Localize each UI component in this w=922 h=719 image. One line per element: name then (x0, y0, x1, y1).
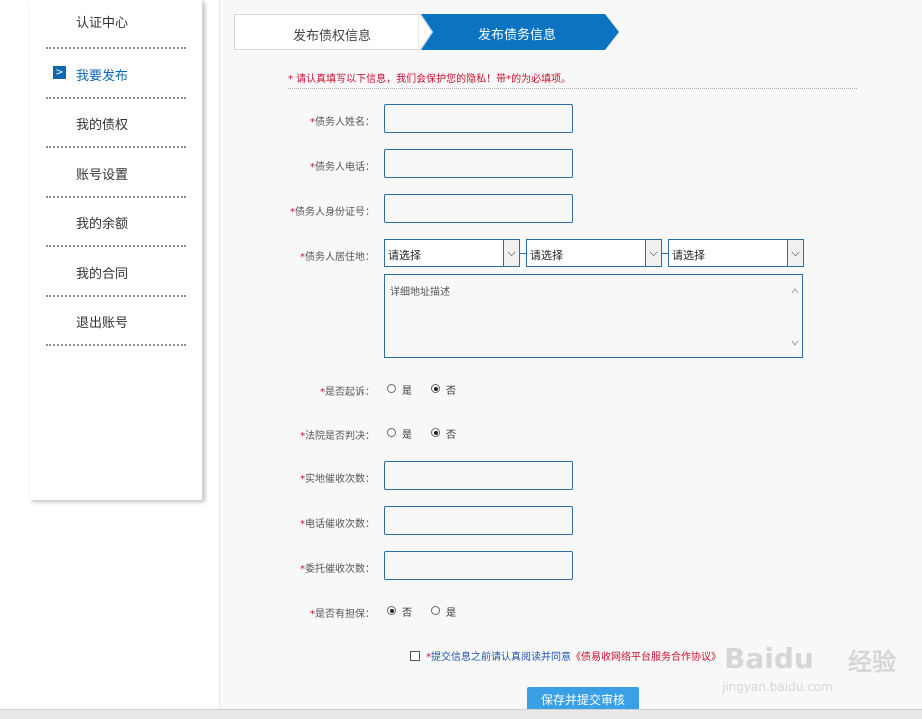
chevron-right-icon: > (53, 66, 66, 79)
tab-publish-debt[interactable]: 发布债务信息 (421, 14, 619, 50)
divider (288, 88, 857, 89)
debtor-id-label: *债务人身份证号： (290, 207, 375, 218)
sidebar-item-publish[interactable]: > 我要发布 (46, 50, 186, 99)
debtor-id-input[interactable] (384, 194, 573, 223)
radio-label: 否 (402, 608, 412, 619)
radio-label: 是 (402, 430, 412, 441)
guarantee-label: *是否有担保： (310, 609, 375, 620)
debtor-name-input[interactable] (384, 104, 573, 133)
sued-label: *是否起诉： (320, 387, 375, 398)
agreement-link[interactable]: 《债易收网络平台服务合作协议》 (571, 652, 721, 663)
sidebar: 认证中心 > 我要发布 我的债权 账号设置 我的余额 我的合同 退出账号 (30, 0, 203, 500)
phone-count-label: *电话催收次数： (300, 519, 375, 530)
tab-label: 发布债权信息 (293, 29, 372, 44)
radio-label: 否 (446, 430, 456, 441)
address-detail-textarea[interactable]: 详细地址描述 (384, 274, 803, 358)
scrollbar[interactable] (788, 275, 802, 357)
onsite-count-input[interactable] (384, 461, 573, 490)
sidebar-item-certification[interactable]: 认证中心 (46, 0, 186, 49)
sued-no-radio[interactable] (431, 384, 440, 393)
sidebar-item-label: 我的合同 (76, 267, 129, 282)
sidebar-item-label: 认证中心 (76, 16, 129, 31)
sidebar-item-contracts[interactable]: 我的合同 (46, 248, 186, 297)
district-select[interactable]: 请选择 ⌵ (668, 239, 804, 267)
tab-label: 发布债务信息 (478, 28, 557, 43)
debtor-name-label: *债务人姓名： (310, 117, 375, 128)
sidebar-item-label: 退出账号 (76, 316, 129, 331)
required-notice: * 请认真填写以下信息，我们会保护您的隐私！带*的为必填项。 (288, 74, 572, 85)
sidebar-item-balance[interactable]: 我的余额 (46, 198, 186, 247)
baidu-watermark: Baidu 经验 jingyan.baidu.com (722, 642, 896, 694)
onsite-count-label: *实地催收次数： (300, 474, 375, 485)
guarantee-no-radio[interactable] (387, 606, 396, 615)
sidebar-item-account-settings[interactable]: 账号设置 (46, 149, 186, 198)
radio-label: 否 (446, 386, 456, 397)
sidebar-item-label: 我的债权 (76, 118, 129, 133)
chevron-down-icon: ⌵ (787, 240, 803, 266)
sidebar-item-my-claims[interactable]: 我的债权 (46, 99, 186, 148)
tab-publish-claim[interactable]: 发布债权信息 (234, 14, 420, 50)
chevron-down-icon: ⌵ (503, 240, 519, 266)
sidebar-item-label: 我要发布 (76, 69, 129, 84)
province-select[interactable]: 请选择 ⌵ (384, 239, 520, 267)
debtor-address-label: *债务人居住地： (300, 252, 375, 263)
radio-label: 是 (446, 608, 456, 619)
judged-yes-radio[interactable] (387, 428, 396, 437)
entrust-count-label: *委托催收次数： (300, 564, 375, 575)
agree-checkbox[interactable] (410, 651, 420, 661)
radio-label: 是 (402, 386, 412, 397)
judged-label: *法院是否判决： (300, 431, 375, 442)
sidebar-item-label: 我的余额 (76, 217, 129, 232)
phone-count-input[interactable] (384, 506, 573, 535)
sidebar-item-logout[interactable]: 退出账号 (46, 297, 186, 346)
sidebar-item-label: 账号设置 (76, 168, 129, 183)
judged-no-radio[interactable] (431, 428, 440, 437)
chevron-down-icon: ⌵ (645, 240, 661, 266)
guarantee-yes-radio[interactable] (431, 606, 440, 615)
city-select[interactable]: 请选择 ⌵ (526, 239, 662, 267)
entrust-count-input[interactable] (384, 551, 573, 580)
debtor-phone-label: *债务人电话： (310, 162, 375, 173)
debtor-phone-input[interactable] (384, 149, 573, 178)
agreement-text: *提交信息之前请认真阅读并同意《债易收网络平台服务合作协议》 (426, 652, 721, 663)
sued-yes-radio[interactable] (387, 384, 396, 393)
